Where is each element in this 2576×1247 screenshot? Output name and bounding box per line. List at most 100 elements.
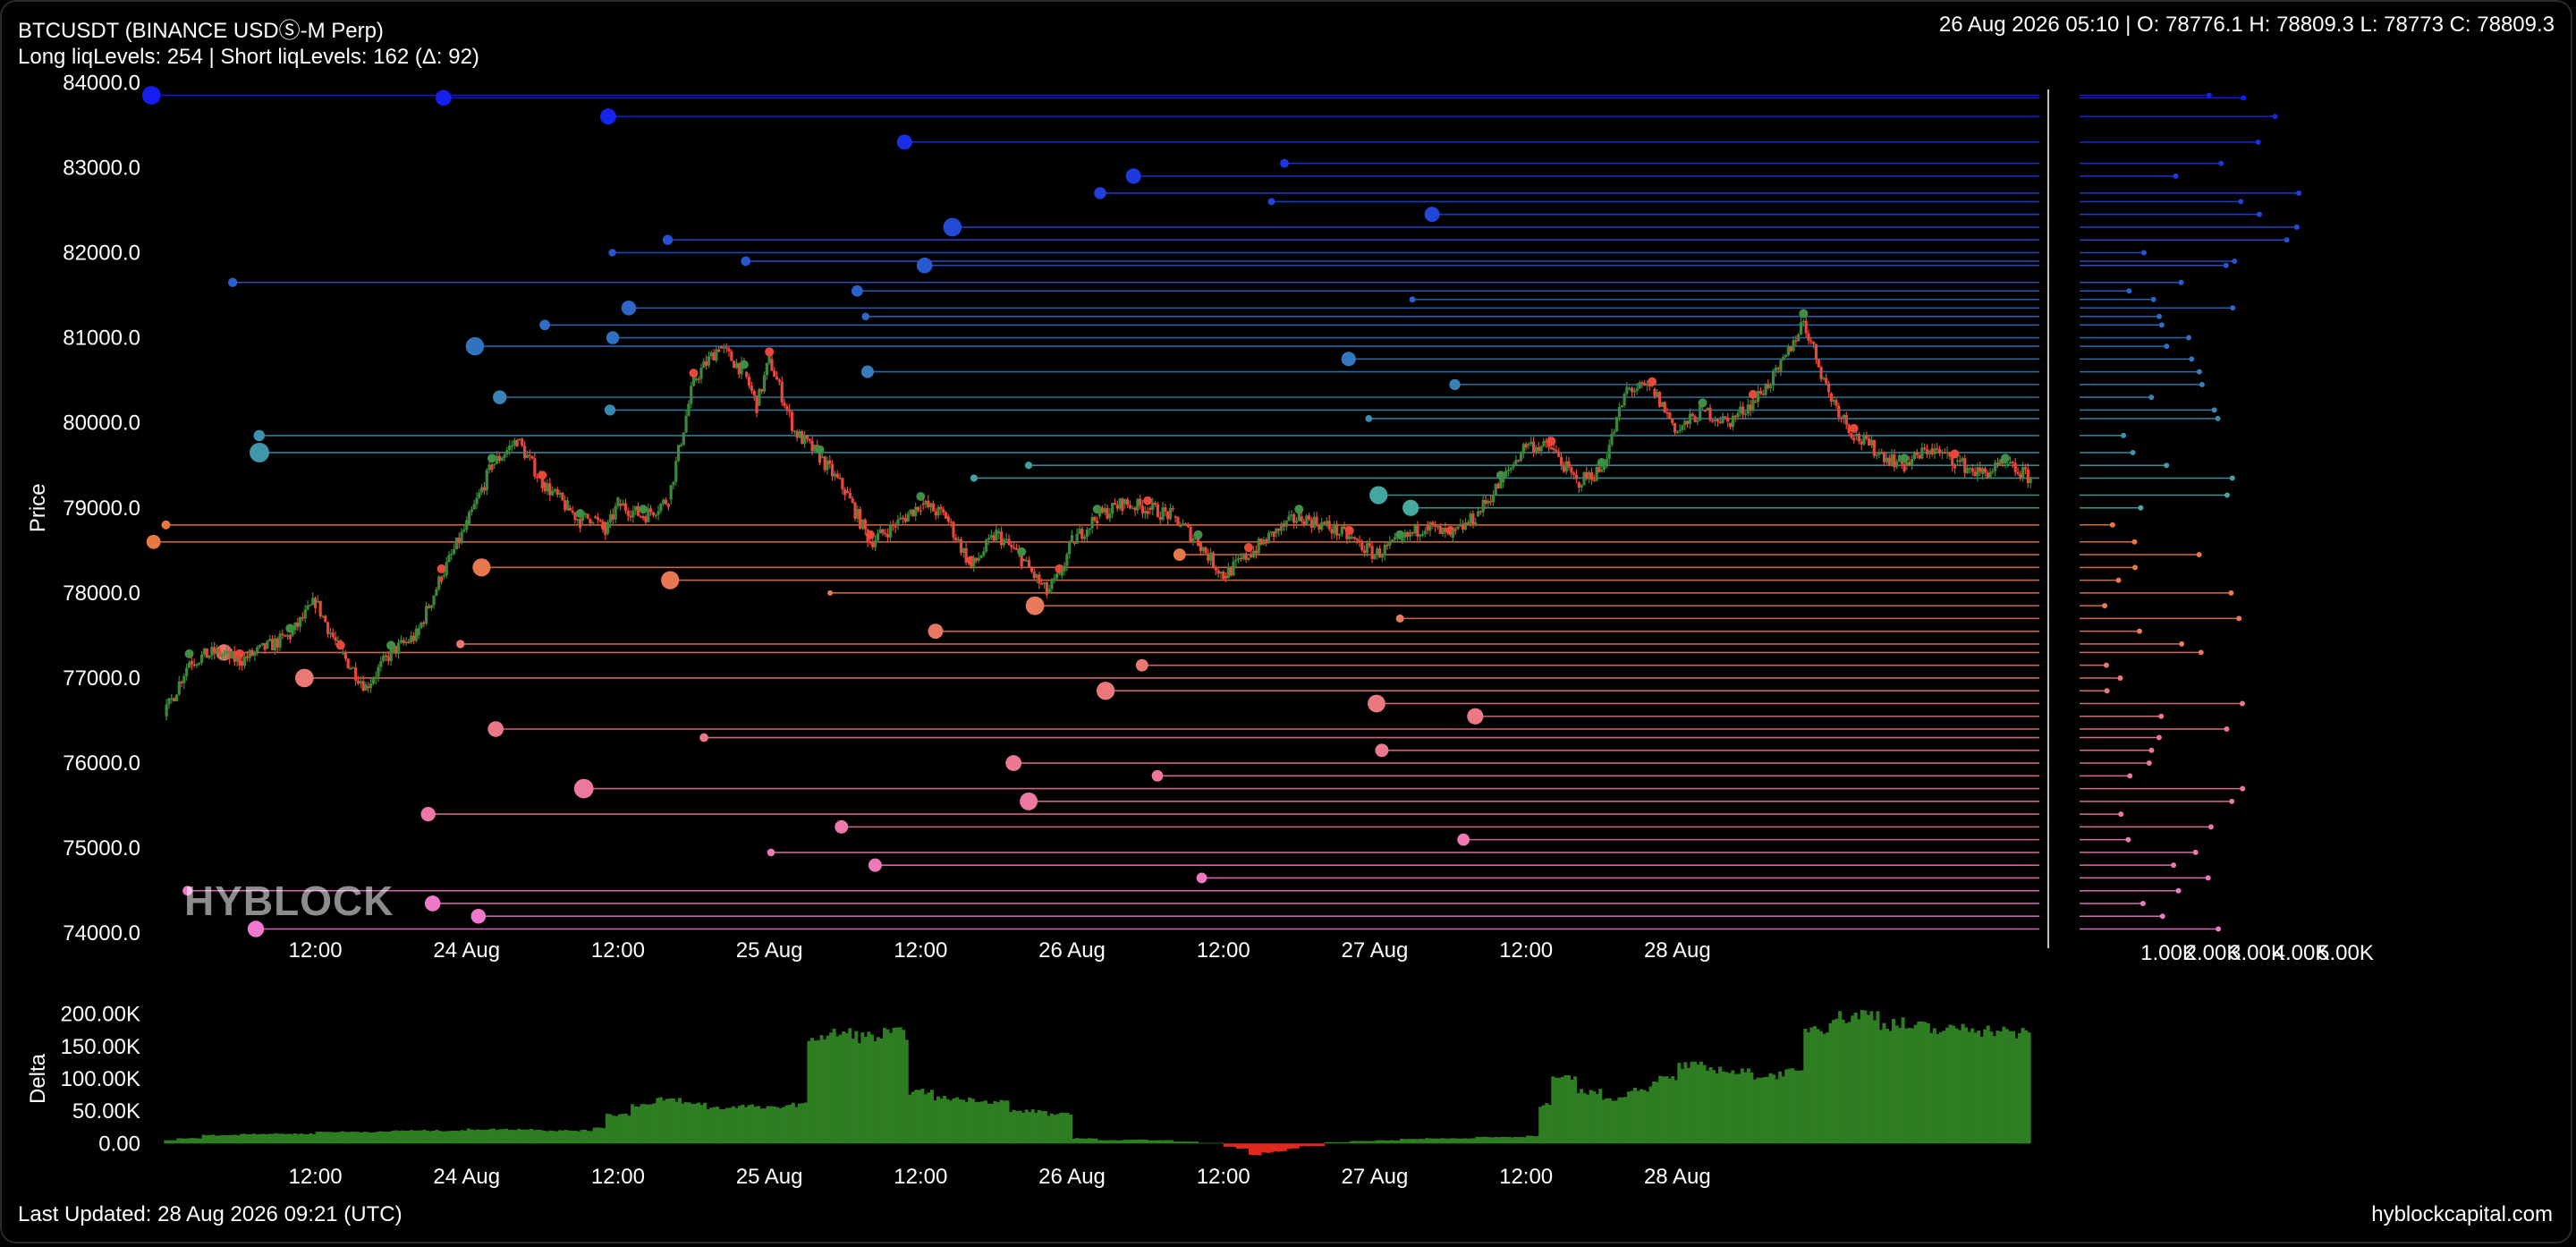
candle-body [1088,528,1091,530]
pivot-marker [1546,437,1556,446]
price-tick-label: 80000.0 [63,411,140,436]
delta-bar-positive [1702,1065,1707,1144]
candle-body [666,504,670,507]
candle-body [1537,447,1540,452]
candle-body [402,640,405,643]
delta-bar-positive [166,1140,171,1144]
delta-bar-positive [258,1133,263,1144]
delta-bar-positive [1595,1093,1599,1144]
delta-bar-positive [952,1098,956,1144]
delta-bar-positive [980,1101,985,1144]
chart-canvas[interactable]: 84000.0 83000.0 82000.0 81000.0 80000.0 79000… [0,0,2576,1247]
delta-bar-positive [1138,1139,1142,1144]
candle-body [1136,498,1140,511]
pivot-marker [1698,398,1707,408]
candle-body [1524,444,1528,448]
delta-bar-positive [1589,1090,1593,1144]
long-liq-point [146,534,161,549]
candle-body [1055,573,1059,579]
delta-bar-positive [564,1130,569,1144]
candle-body [1754,401,1758,403]
price-tick-label: 76000.0 [63,751,140,776]
price-tick-label: 74000.0 [63,921,140,946]
candle-body [1391,539,1394,542]
delta-bar-positive [1942,1031,1946,1144]
price-candles [165,309,2032,721]
short-liq-point [662,234,674,245]
delta-bar-positive [1204,1142,1208,1144]
candle-body [1111,503,1114,514]
delta-bar-positive [1434,1138,1438,1144]
short-liq-histogram-point [2138,505,2144,511]
candle-body [521,438,524,446]
candle-body [682,432,685,445]
candle-body [1335,523,1339,536]
delta-bar-positive [551,1131,555,1144]
candle-body [1920,447,1924,459]
delta-bar-positive [1677,1063,1682,1144]
candle-body [1640,382,1644,384]
candle-body [1567,461,1571,468]
candle-body [810,440,814,452]
long-liq-point [470,908,487,924]
candle-body [2023,467,2028,470]
candle-body [202,648,207,655]
candle-body [957,539,961,541]
delta-bar-positive [1832,1020,1836,1144]
time-tick-label: 24 Aug [433,938,500,963]
pivot-marker [1193,530,1203,539]
delta-bar-positive [1144,1140,1148,1144]
delta-bar-positive [1425,1138,1429,1144]
candle-body [1885,457,1888,462]
delta-bar-positive [674,1101,679,1144]
delta-bar-positive [1715,1073,1719,1144]
site-link[interactable]: hyblockcapital.com [2371,1202,2553,1227]
candle-body [934,511,937,516]
delta-bar-positive [917,1090,921,1144]
delta-bar-positive [1970,1028,1975,1144]
candle-body [1156,504,1160,518]
delta-bar-positive [1936,1033,1940,1144]
candle-body [1852,437,1856,441]
pivot-marker [1344,526,1354,536]
candle-body [1259,539,1263,545]
candle-body [1953,465,1957,469]
delta-bar-positive [451,1131,455,1144]
candle-body [1360,542,1364,551]
candle-body [999,531,1004,546]
delta-bar-positive [1377,1140,1382,1144]
short-liq-point [608,249,616,257]
delta-bar-positive [1762,1077,1767,1144]
delta-bar-negative [1299,1143,1303,1147]
short-liq-point [1402,499,1419,516]
delta-bar-negative [1226,1143,1231,1147]
short-liq-point [1280,158,1289,168]
delta-bar-positive [1690,1061,1694,1144]
candle-body [1887,457,1891,465]
delta-bar-positive [1816,1029,1820,1144]
candle-body [1718,421,1722,423]
delta-bar-positive [1053,1115,1057,1144]
long-liq-histogram-point [2224,726,2230,733]
candle-body [712,352,716,361]
delta-bar-positive [334,1132,338,1144]
candle-body [1216,570,1220,574]
candle-body [425,606,428,624]
delta-bar-positive [1009,1111,1013,1144]
candle-body [205,648,208,658]
candle-body [1143,511,1147,513]
delta-bar-positive [290,1133,294,1144]
delta-bar-positive [943,1096,947,1144]
candle-body [1047,589,1051,593]
delta-bar-positive [809,1038,814,1144]
delta-bar-positive [445,1131,449,1144]
last-updated: Last Updated: 28 Aug 2026 09:21 (UTC) [18,1202,402,1226]
delta-bar-positive [883,1027,887,1144]
delta-bar-positive [788,1104,792,1144]
delta-bar-positive [637,1107,641,1144]
candle-body [1247,557,1250,560]
delta-bar-positive [412,1130,417,1144]
long-liq-histogram-point [2175,887,2182,894]
candle-body [734,362,739,369]
delta-bar-positive [511,1129,515,1144]
